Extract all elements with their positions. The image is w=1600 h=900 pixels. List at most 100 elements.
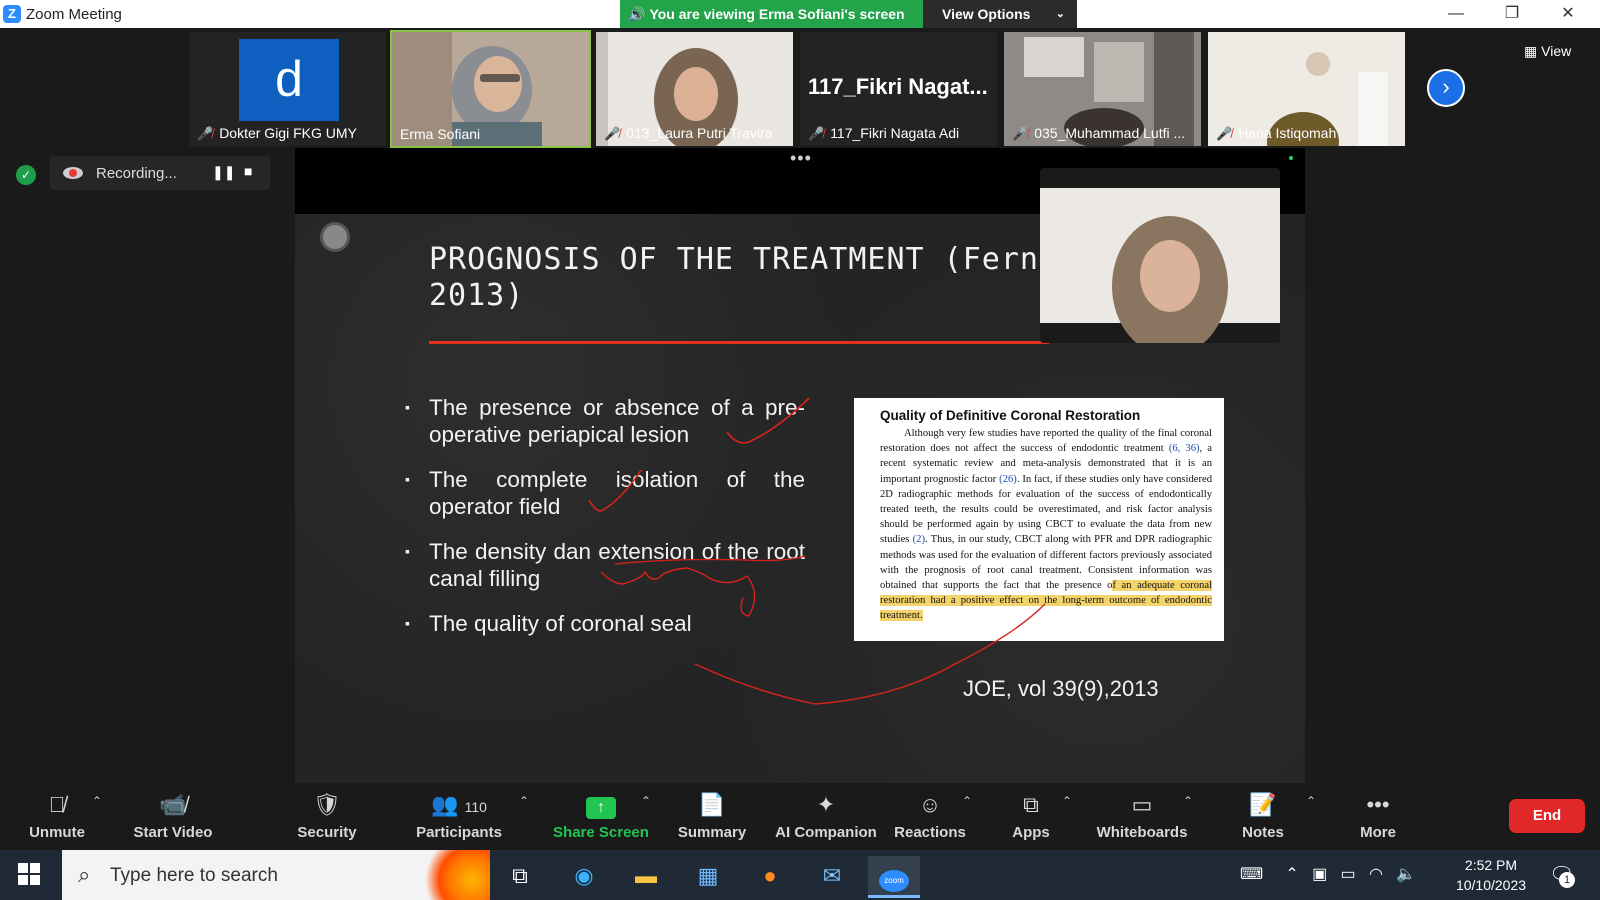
close-button[interactable]: ✕: [1540, 0, 1596, 28]
whiteboards-button[interactable]: ▭ Whiteboards: [1087, 790, 1197, 841]
next-page-button[interactable]: ›: [1427, 69, 1465, 107]
reactions-caret-icon[interactable]: ⌃: [962, 794, 972, 808]
whiteboards-label: Whiteboards: [1096, 824, 1188, 841]
speaker-icon: 🔊: [628, 6, 646, 22]
cloud-recording-icon: [63, 167, 83, 179]
view-options-button[interactable]: View Options ⌄: [923, 0, 1077, 28]
participant-tile[interactable]: 🎤̸ Hana Istiqomah: [1208, 32, 1405, 146]
grid-icon: ▦: [1524, 43, 1538, 59]
end-meeting-button[interactable]: End: [1509, 799, 1585, 833]
security-button[interactable]: 🛡 Security: [272, 790, 382, 841]
chevron-up-icon[interactable]: ⌃: [1285, 866, 1298, 883]
more-button[interactable]: ••• More: [1323, 790, 1433, 841]
participant-tile[interactable]: Erma Sofiani: [390, 30, 591, 148]
wifi-icon[interactable]: ◠: [1369, 866, 1383, 883]
shield-icon: 🛡: [313, 792, 341, 817]
ai-companion-button[interactable]: ✦ AI Companion: [766, 790, 886, 841]
meeting-toolbar: 🎙̸ Unmute ⌃ 📹̸ Start Video 🛡 Security 👥 …: [0, 784, 1600, 850]
participants-caret-icon[interactable]: ⌃: [519, 794, 529, 808]
participants-button[interactable]: 👥 110 Participants: [404, 790, 514, 841]
clock-time: 2:52 PM: [1464, 857, 1518, 873]
task-view-icon[interactable]: ⧉: [494, 856, 546, 898]
participants-icon: 👥 110: [431, 792, 487, 817]
minimize-button[interactable]: —: [1428, 0, 1484, 28]
window-title: Zoom Meeting: [26, 6, 122, 23]
title-bar: Z Zoom Meeting 🔊 You are viewing Erma Sof…: [0, 0, 1600, 28]
shared-screen: ••• PROGNOSIS OF THE TREATMENT (Fernan 2…: [295, 148, 1305, 783]
search-icon: ⌕: [78, 862, 91, 887]
more-label: More: [1360, 824, 1396, 841]
firefox-icon[interactable]: ●: [744, 856, 796, 898]
taskbar-search[interactable]: ⌕ Type here to search: [62, 850, 490, 900]
keyboard-icon[interactable]: ⌨: [1240, 866, 1263, 883]
pause-recording-button[interactable]: ❚❚: [212, 164, 235, 181]
zoom-taskbar-icon[interactable]: zoom: [868, 856, 920, 898]
whiteboards-caret-icon[interactable]: ⌃: [1183, 794, 1193, 808]
participant-name: 🎤̸ Hana Istiqomah: [1212, 124, 1401, 143]
self-view-video[interactable]: [1040, 168, 1280, 343]
zoom-window: Z Zoom Meeting 🔊 You are viewing Erma Sof…: [0, 0, 1600, 900]
unmute-label: Unmute: [29, 824, 85, 841]
share-screen-label: Share Screen: [553, 824, 649, 841]
mic-off-icon: 🎤̸: [808, 126, 825, 141]
notes-caret-icon[interactable]: ⌃: [1306, 794, 1316, 808]
avatar: d: [239, 39, 339, 121]
ai-companion-label: AI Companion: [775, 824, 877, 841]
mic-off-icon: 🎤̸: [1012, 126, 1029, 141]
notifications-icon[interactable]: 🗨1: [1549, 862, 1575, 888]
view-button[interactable]: ▦ View: [1524, 43, 1571, 60]
participant-name: 🎤̸ Dokter Gigi FKG UMY: [193, 124, 382, 143]
device-icon[interactable]: ▣: [1312, 866, 1327, 883]
slide-title-line1: PROGNOSIS OF THE TREATMENT (Fernan: [429, 242, 1078, 277]
participant-name-text: 035_Muhammad Lutfi ...: [1034, 125, 1186, 141]
participant-count: 110: [464, 799, 487, 815]
security-label: Security: [297, 824, 357, 841]
taskbar-clock[interactable]: 2:52 PM 10/10/2023: [1436, 855, 1546, 895]
participant-tile[interactable]: 🎤̸ 035_Muhammad Lutfi ...: [1004, 32, 1201, 146]
windows-start-icon[interactable]: [18, 863, 40, 885]
apps-caret-icon[interactable]: ⌃: [1062, 794, 1072, 808]
notification-badge: 1: [1559, 872, 1575, 888]
share-screen-button[interactable]: ↑ Share Screen: [546, 790, 656, 841]
participant-name-text: 117_Fikri Nagata Adi: [830, 125, 960, 141]
zoom-logo-icon: Z: [3, 5, 21, 23]
participant-big-label: 117_Fikri Nagat...: [808, 74, 988, 99]
encryption-shield-icon[interactable]: ✓: [16, 165, 36, 185]
participant-name-text: Hana Istiqomah: [1238, 125, 1337, 141]
participant-tile[interactable]: 117_Fikri Nagat... 🎤̸ 117_Fikri Nagata Ad…: [800, 32, 997, 146]
mic-off-icon: 🎤̸: [604, 126, 621, 141]
paper-citation: (2): [912, 534, 925, 546]
chevron-down-icon: ⌄: [1055, 8, 1065, 20]
presentation-slide: PROGNOSIS OF THE TREATMENT (Fernan 2013)…: [295, 168, 1305, 783]
volume-icon[interactable]: 🔈: [1396, 866, 1416, 883]
bullet-list: The presence or absence of a pre-operati…: [405, 394, 805, 655]
notes-button[interactable]: 📝 Notes: [1208, 790, 1318, 841]
battery-icon[interactable]: ▭: [1341, 866, 1356, 883]
edge-icon[interactable]: ◉: [558, 856, 610, 898]
viewing-banner-text: You are viewing Erma Sofiani's screen: [649, 6, 905, 22]
recording-label: Recording...: [96, 165, 177, 182]
audio-options-caret-icon[interactable]: ⌃: [92, 794, 102, 808]
stop-recording-button[interactable]: ■: [244, 163, 252, 179]
title-underline: [429, 341, 1049, 344]
view-options-label: View Options: [942, 6, 1031, 22]
share-caret-icon[interactable]: ⌃: [641, 794, 651, 808]
start-video-button[interactable]: 📹̸ Start Video: [118, 790, 228, 841]
chevron-right-icon: ›: [1442, 74, 1450, 99]
participants-label: Participants: [416, 824, 502, 841]
more-icon: •••: [1366, 792, 1390, 817]
restore-button[interactable]: ❐: [1484, 0, 1540, 28]
mail-icon[interactable]: ✉: [806, 856, 858, 898]
participant-tile[interactable]: 🎤̸ 013_Laura Putri Travira: [596, 32, 793, 146]
recording-bar: Recording... ❚❚ ■: [50, 156, 270, 190]
file-explorer-icon[interactable]: ▬: [620, 856, 672, 898]
participant-name-text: Erma Sofiani: [400, 126, 481, 142]
store-icon[interactable]: ▦: [682, 856, 734, 898]
participant-tile[interactable]: d 🎤̸ Dokter Gigi FKG UMY: [189, 32, 386, 146]
sparkle-icon: ✦: [816, 792, 836, 817]
bullet-item: The presence or absence of a pre-operati…: [405, 394, 805, 448]
summary-button[interactable]: 📄 Summary: [657, 790, 767, 841]
share-more-icon[interactable]: •••: [790, 148, 812, 169]
summary-label: Summary: [677, 824, 747, 841]
slide-pointer-icon: [320, 222, 350, 252]
